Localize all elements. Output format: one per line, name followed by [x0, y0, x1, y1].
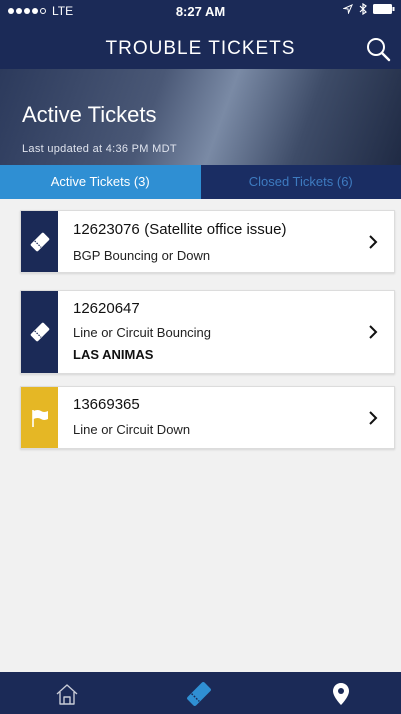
ticket-type-strip	[21, 211, 58, 272]
location-pin-icon[interactable]	[327, 680, 355, 708]
page-title: TROUBLE TICKETS	[105, 38, 296, 59]
ticket-number: 13669365	[73, 396, 140, 413]
ticket-type-strip	[21, 291, 58, 373]
hero-banner: Active Tickets Last updated at 4:36 PM M…	[0, 69, 401, 165]
ticket-card[interactable]: 13669365 Line or Circuit Down	[20, 386, 395, 449]
ticket-icon[interactable]	[185, 680, 213, 708]
ticket-card[interactable]: 12623076 (Satellite office issue) BGP Bo…	[20, 210, 395, 273]
ticket-number: 12620647	[73, 300, 140, 317]
ticket-icon	[30, 322, 49, 342]
section-title: Active Tickets	[22, 102, 157, 127]
app-header: LTE 8:27 AM TROUBLE TICKETS	[0, 0, 401, 69]
ticket-description: Line or Circuit Down	[73, 422, 191, 437]
ticket-description: BGP Bouncing or Down	[73, 248, 211, 263]
ticket-card[interactable]: 12620647 Line or Circuit Bouncing LAS AN…	[20, 290, 395, 374]
tab-closed-tickets[interactable]: Closed Tickets (6)	[200, 165, 401, 199]
battery-icon	[373, 4, 395, 14]
ticket-description: Line or Circuit Bouncing	[73, 325, 212, 340]
ticket-type-strip	[21, 387, 58, 448]
bluetooth-icon	[359, 3, 367, 15]
home-icon[interactable]	[53, 680, 81, 708]
location-arrow-icon	[343, 4, 353, 14]
last-updated-text: Last updated at 4:36 PM MDT	[22, 143, 177, 155]
ticket-note: (Satellite office issue)	[144, 221, 287, 238]
status-time: 8:27 AM	[175, 4, 226, 19]
ticket-tabs: Active Tickets (3) Closed Tickets (6)	[0, 165, 401, 199]
chevron-right-icon	[369, 234, 378, 249]
bottom-tab-bar	[0, 672, 401, 714]
chevron-right-icon	[369, 410, 378, 425]
flag-icon	[31, 409, 48, 427]
search-icon[interactable]	[365, 36, 391, 62]
tab-active-tickets[interactable]: Active Tickets (3)	[0, 165, 201, 199]
chevron-right-icon	[369, 325, 378, 339]
status-bar: LTE 8:27 AM	[0, 0, 401, 22]
ticket-number: 12623076	[73, 221, 140, 238]
ticket-location: LAS ANIMAS	[73, 347, 154, 362]
ticket-icon	[30, 232, 49, 251]
